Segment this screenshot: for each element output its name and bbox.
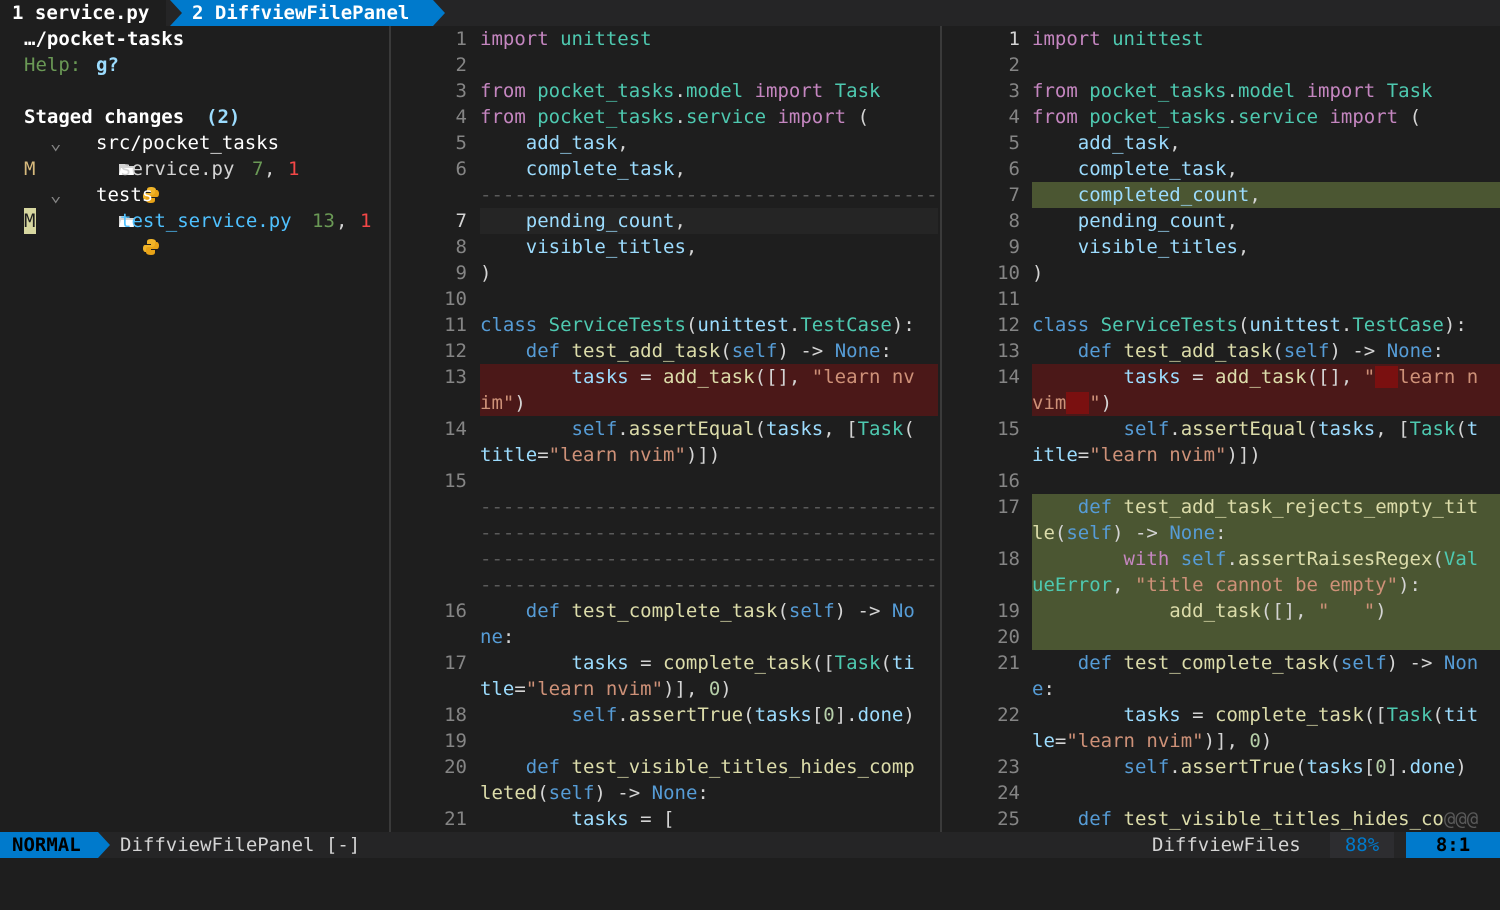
tab-diffview-file-panel[interactable]: 2 DiffviewFilePanel — [170, 0, 445, 26]
diff-filler: ----------------------------------------… — [480, 184, 938, 206]
code-line: complete_task, — [525, 158, 686, 180]
tab-service-py[interactable]: 1 service.py — [0, 0, 166, 26]
window-separator[interactable] — [389, 26, 391, 832]
repo-path: …/pocket-tasks — [24, 28, 185, 50]
code-line: class ServiceTests(unittest.TestCase): — [1032, 314, 1467, 336]
cursor-position: 8:1 — [1406, 832, 1500, 858]
code-line-added: completed_count, — [1032, 182, 1500, 208]
code-line: visible_titles, — [1077, 236, 1250, 258]
file-status: M — [24, 158, 36, 180]
diff-pane-old[interactable]: 1 import unittest 2 3 from pocket_tasks.… — [392, 26, 938, 832]
code-line: self.assertTrue(tasks[0].done) — [571, 704, 915, 726]
help-label: Help: — [24, 54, 82, 76]
code-line: complete_task, — [1077, 158, 1238, 180]
code-line-cursor: pending_count, — [480, 208, 938, 234]
scroll-percent: 88% — [1330, 832, 1394, 858]
diff-filler: ----------------------------------------… — [480, 496, 938, 518]
code-line: ) — [480, 262, 492, 284]
code-line-deleted: tasks = add_task([], "learn nv — [480, 364, 938, 390]
diff-filler: ----------------------------------------… — [480, 548, 938, 570]
file-test-service-py[interactable]: test_service.py — [120, 208, 292, 234]
code-line: def test_complete_task(self) -> No — [525, 600, 915, 622]
code-line: add_task, — [525, 132, 629, 154]
diff-pane-new[interactable]: 1 import unittest 2 3 from pocket_tasks.… — [942, 26, 1500, 832]
code-line: e: — [1032, 678, 1055, 700]
code-line-changed: tasks = add_task([], " learn n — [1032, 364, 1500, 390]
code-line-added: def test_add_task_rejects_empty_tit — [1032, 494, 1500, 520]
staged-changes-title[interactable]: Staged changes — [24, 104, 184, 130]
diffview-file-panel: …/pocket-tasks Help: g? Staged changes (… — [0, 26, 389, 832]
command-line[interactable] — [0, 858, 1500, 885]
code-line: tasks = [ — [571, 808, 675, 830]
dir-src-pocket-tasks[interactable]: src/pocket_tasks — [96, 130, 279, 156]
code-line: visible_titles, — [525, 236, 698, 258]
help-key[interactable]: g? — [96, 52, 119, 78]
code-line: from pocket_tasks.model import Task — [480, 80, 881, 102]
code-line-added: add_task([], " ") — [1032, 598, 1500, 624]
code-line: self.assertTrue(tasks[0].done) — [1123, 756, 1467, 778]
code-line: class ServiceTests(unittest.TestCase): — [480, 314, 915, 336]
code-line: pending_count, — [1077, 210, 1238, 232]
code-line: itle="learn nvim")]) — [1032, 444, 1261, 466]
dir-tests[interactable]: tests — [96, 182, 153, 208]
file-deletions: 1 — [288, 158, 300, 180]
code-line: def test_add_task(self) -> None: — [1077, 340, 1444, 362]
code-line: import unittest — [1032, 28, 1204, 50]
code-line: title="learn nvim")]) — [480, 444, 721, 466]
code-line: def test_add_task(self) -> None: — [525, 340, 892, 362]
filetype-label: DiffviewFiles — [1152, 834, 1301, 856]
chevron-down-icon[interactable]: ⌄ — [50, 182, 61, 208]
code-line: ) — [1032, 262, 1044, 284]
code-line-added: with self.assertRaisesRegex(Val — [1032, 546, 1500, 572]
code-line-deleted: im") — [480, 390, 938, 416]
code-line: tasks = complete_task([Task(ti — [571, 652, 915, 674]
code-line: from pocket_tasks.model import Task — [1032, 80, 1433, 102]
code-line: add_task, — [1077, 132, 1181, 154]
code-line: from pocket_tasks.service import ( — [480, 106, 870, 128]
code-line: def test_visible_titles_hides_co@@@ — [1077, 808, 1479, 830]
code-line: tle="learn nvim")], 0) — [480, 678, 732, 700]
staged-changes-count: (2) — [206, 106, 241, 128]
code-line-added — [1032, 624, 1500, 650]
code-line: le="learn nvim")], 0) — [1032, 730, 1273, 752]
file-service-py[interactable]: service.py — [120, 156, 234, 182]
file-status-cursor: M — [24, 208, 36, 234]
code-line: ne: — [480, 626, 515, 648]
code-line: from pocket_tasks.service import ( — [1032, 106, 1422, 128]
file-additions: 13 — [312, 210, 335, 232]
file-deletions: 1 — [360, 210, 372, 232]
file-additions: 7 — [252, 158, 264, 180]
code-line-added: le(self) -> None: — [1032, 520, 1500, 546]
buffer-name: DiffviewFilePanel [-] — [120, 834, 361, 856]
code-line: leted(self) -> None: — [480, 782, 709, 804]
code-line: def test_visible_titles_hides_comp — [525, 756, 915, 778]
code-line: import unittest — [480, 28, 652, 50]
code-line: tasks = complete_task([Task(tit — [1123, 704, 1479, 726]
mode-indicator: NORMAL — [0, 832, 110, 858]
code-line-changed: vim ") — [1032, 390, 1500, 416]
chevron-down-icon[interactable]: ⌄ — [50, 130, 61, 156]
diff-filler: ----------------------------------------… — [480, 522, 938, 544]
tabline: 1 service.py 2 DiffviewFilePanel — [0, 0, 1500, 26]
code-line: self.assertEqual(tasks, [Task(t — [1123, 418, 1479, 440]
statusline: NORMAL DiffviewFilePanel [-] DiffviewFil… — [0, 832, 1500, 882]
diff-filler: ----------------------------------------… — [480, 574, 938, 596]
code-line: self.assertEqual(tasks, [Task( — [571, 418, 915, 440]
code-line: def test_complete_task(self) -> Non — [1077, 652, 1479, 674]
code-line-added: ueError, "title cannot be empty"): — [1032, 572, 1500, 598]
